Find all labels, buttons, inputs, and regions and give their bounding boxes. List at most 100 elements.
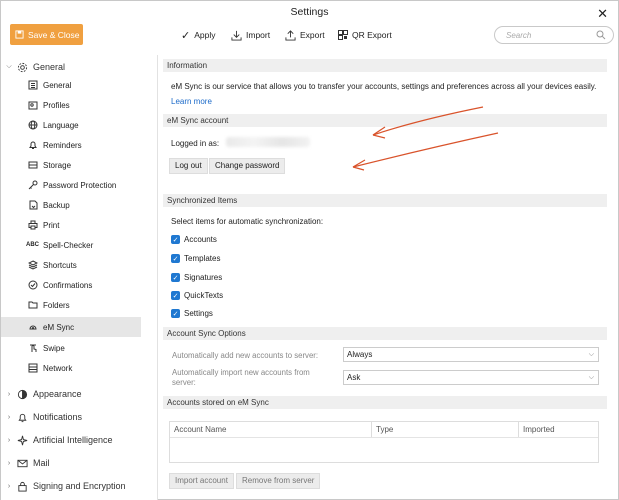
sidebar-item-profiles[interactable]: Profiles bbox=[1, 95, 141, 115]
sync-icon bbox=[27, 322, 38, 333]
search-icon bbox=[596, 30, 606, 40]
bell-icon bbox=[27, 140, 38, 151]
sidebar-item-confirmations[interactable]: Confirmations bbox=[1, 275, 141, 295]
section-header-synchronized-items: Synchronized Items bbox=[163, 194, 607, 207]
check-circle-icon bbox=[27, 280, 38, 291]
sidebar-group-label: Signing and Encryption bbox=[33, 481, 126, 491]
auto-import-label-line2: server: bbox=[172, 378, 196, 387]
checkbox-quicktexts[interactable]: ✓ QuickTexts bbox=[171, 291, 223, 300]
column-header-imported[interactable]: Imported bbox=[523, 423, 555, 437]
column-header-type[interactable]: Type bbox=[376, 423, 393, 437]
sidebar-group-ai[interactable]: › Artificial Intelligence bbox=[1, 431, 113, 449]
settings-window: Settings ✕ Save & Close ✓ Apply Import E… bbox=[0, 0, 619, 500]
section-header-information: Information bbox=[163, 59, 607, 72]
apply-button[interactable]: ✓ Apply bbox=[181, 28, 215, 42]
profiles-icon bbox=[27, 100, 38, 111]
auto-add-label: Automatically add new accounts to server… bbox=[172, 351, 319, 360]
auto-import-select[interactable]: Ask ⌵ bbox=[343, 370, 599, 385]
sidebar-item-label: Shortcuts bbox=[43, 260, 77, 270]
sidebar-item-backup[interactable]: Backup bbox=[1, 195, 141, 215]
sidebar-item-label: General bbox=[43, 80, 72, 90]
sidebar-item-language[interactable]: Language bbox=[1, 115, 141, 135]
save-close-button[interactable]: Save & Close bbox=[10, 24, 83, 45]
information-text: eM Sync is our service that allows you t… bbox=[171, 82, 597, 91]
search-input[interactable]: Search bbox=[494, 26, 614, 44]
window-title: Settings bbox=[290, 6, 329, 18]
redacted-email bbox=[226, 137, 310, 147]
checkbox-label: QuickTexts bbox=[184, 291, 224, 300]
section-header-sync-options: Account Sync Options bbox=[163, 327, 607, 340]
checkbox-accounts[interactable]: ✓ Accounts bbox=[171, 235, 217, 244]
chevron-right-icon: › bbox=[7, 436, 11, 444]
checkbox-signatures[interactable]: ✓ Signatures bbox=[171, 273, 222, 282]
import-button[interactable]: Import bbox=[231, 28, 270, 42]
title-bar: Settings ✕ bbox=[1, 1, 618, 23]
sidebar-item-folders[interactable]: Folders bbox=[1, 295, 141, 315]
section-header-accounts-stored: Accounts stored on eM Sync bbox=[163, 396, 607, 409]
sidebar-group-general[interactable]: ⌵ General bbox=[1, 58, 65, 76]
import-icon bbox=[231, 30, 242, 41]
sidebar-group-label: General bbox=[33, 62, 66, 72]
checkbox-settings[interactable]: ✓ Settings bbox=[171, 309, 213, 318]
learn-more-link[interactable]: Learn more bbox=[171, 97, 212, 106]
checkbox-label: Accounts bbox=[184, 235, 217, 244]
remove-from-server-button[interactable]: Remove from server bbox=[236, 473, 321, 489]
sidebar-group-label: Mail bbox=[33, 458, 50, 468]
sidebar-group-notifications[interactable]: › Notifications bbox=[1, 408, 82, 426]
sidebar-item-storage[interactable]: Storage bbox=[1, 155, 141, 175]
column-divider bbox=[371, 422, 372, 437]
sidebar-item-print[interactable]: Print bbox=[1, 215, 141, 235]
bell-icon bbox=[15, 412, 29, 423]
chevron-right-icon: › bbox=[7, 390, 11, 398]
sidebar-group-mail[interactable]: › Mail bbox=[1, 454, 50, 472]
change-password-button[interactable]: Change password bbox=[209, 158, 286, 174]
apply-label: Apply bbox=[194, 30, 216, 40]
sidebar-group-signing[interactable]: › Signing and Encryption bbox=[1, 477, 126, 495]
auto-import-label-line1: Automatically import new accounts from bbox=[172, 368, 310, 377]
sidebar-item-label: Storage bbox=[43, 160, 72, 170]
auto-add-select[interactable]: Always ⌵ bbox=[343, 347, 599, 362]
sidebar-item-label: Profiles bbox=[43, 100, 70, 110]
save-icon bbox=[15, 30, 24, 39]
checkbox-label: Templates bbox=[184, 254, 221, 263]
sidebar: ⌵ General General Profiles Language Remi… bbox=[1, 55, 158, 500]
chevron-right-icon: › bbox=[7, 459, 11, 467]
sidebar-item-swipe[interactable]: Swipe bbox=[1, 338, 141, 358]
sidebar-item-password-protection[interactable]: Password Protection bbox=[1, 175, 141, 195]
swipe-icon bbox=[27, 343, 38, 354]
sync-prompt: Select items for automatic synchronizati… bbox=[171, 217, 324, 226]
auto-add-value: Always bbox=[347, 350, 373, 359]
sidebar-item-network[interactable]: Network bbox=[1, 358, 141, 378]
sidebar-item-label: Network bbox=[43, 363, 73, 373]
checkmark-icon: ✓ bbox=[171, 309, 180, 318]
sidebar-item-reminders[interactable]: Reminders bbox=[1, 135, 141, 155]
checkmark-icon: ✓ bbox=[171, 291, 180, 300]
sidebar-item-shortcuts[interactable]: Shortcuts bbox=[1, 255, 141, 275]
lock-icon bbox=[15, 481, 29, 492]
sidebar-item-general[interactable]: General bbox=[1, 75, 141, 95]
import-account-button[interactable]: Import account bbox=[169, 473, 234, 489]
sidebar-group-appearance[interactable]: › Appearance bbox=[1, 385, 82, 403]
sidebar-item-em-sync[interactable]: eM Sync bbox=[1, 317, 141, 337]
checkbox-templates[interactable]: ✓ Templates bbox=[171, 254, 220, 263]
sidebar-group-label: Artificial Intelligence bbox=[33, 435, 113, 445]
accounts-table[interactable]: Account Name Type Imported bbox=[169, 421, 599, 463]
mail-icon bbox=[15, 458, 29, 469]
checkmark-icon: ✓ bbox=[181, 29, 191, 42]
appearance-icon bbox=[15, 389, 29, 400]
chevron-right-icon: › bbox=[7, 413, 11, 421]
sparkle-icon bbox=[15, 435, 29, 446]
logout-button[interactable]: Log out bbox=[169, 158, 208, 174]
column-header-account-name[interactable]: Account Name bbox=[174, 423, 226, 437]
checkbox-label: Signatures bbox=[184, 273, 223, 282]
printer-icon bbox=[27, 220, 38, 231]
sidebar-item-label: Spell-Checker bbox=[43, 240, 94, 250]
checkmark-icon: ✓ bbox=[171, 254, 180, 263]
chevron-down-icon: ⌵ bbox=[588, 374, 594, 381]
qr-export-label: QR Export bbox=[352, 30, 392, 40]
qr-export-button[interactable]: QR Export bbox=[338, 28, 392, 42]
close-icon[interactable]: ✕ bbox=[597, 3, 608, 25]
chevron-down-icon: ⌵ bbox=[588, 351, 594, 358]
export-button[interactable]: Export bbox=[285, 28, 325, 42]
sidebar-item-spell-checker[interactable]: ABC Spell-Checker bbox=[1, 235, 141, 255]
